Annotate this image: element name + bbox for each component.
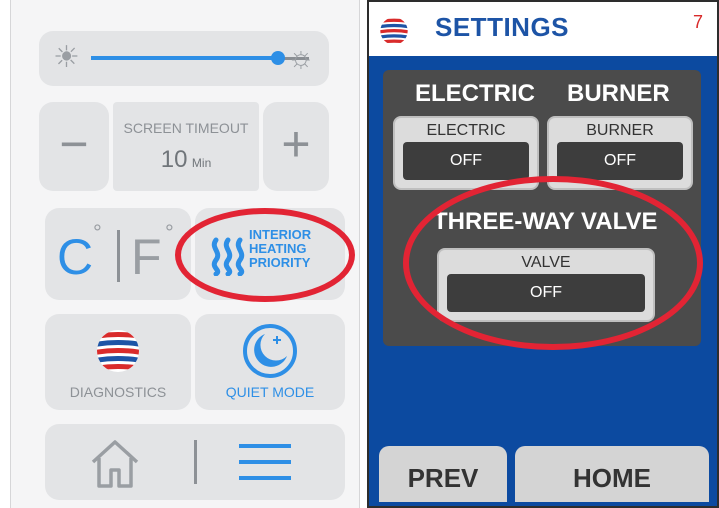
brightness-low-icon: ☀ bbox=[53, 41, 80, 74]
settings-footer: PREV HOME bbox=[369, 442, 717, 506]
page-title: SETTINGS bbox=[435, 12, 570, 42]
brightness-fill bbox=[91, 56, 279, 60]
electric-heading: ELECTRIC bbox=[415, 80, 535, 107]
diagnostics-label: DIAGNOSTICS bbox=[69, 384, 167, 400]
burner-toggle-label: BURNER bbox=[586, 122, 654, 139]
page-number: 7 bbox=[692, 12, 703, 32]
timeout-increase-button[interactable]: + bbox=[263, 102, 329, 191]
timeout-decrease-button[interactable]: − bbox=[39, 102, 109, 191]
menu-icon[interactable] bbox=[235, 438, 295, 486]
brightness-handle[interactable] bbox=[271, 51, 286, 65]
nav-divider bbox=[194, 440, 197, 484]
plus-icon: + bbox=[281, 116, 311, 172]
valve-toggle-value: OFF bbox=[447, 274, 645, 312]
heat-source-card: ELECTRIC BURNER ELECTRIC OFF BURNER OFF … bbox=[383, 70, 701, 346]
brightness-high-icon: ☼ bbox=[287, 41, 315, 74]
valve-toggle-label: VALVE bbox=[521, 254, 571, 271]
heating-label-line-2: HEATING bbox=[249, 241, 307, 256]
valve-heading: THREE-WAY VALVE bbox=[433, 208, 658, 235]
heating-label-line-3: PRIORITY bbox=[249, 255, 311, 270]
settings-body: ELECTRIC BURNER ELECTRIC OFF BURNER OFF … bbox=[369, 56, 717, 442]
heating-label-line-1: INTERIOR bbox=[249, 227, 312, 242]
screen-timeout-display: SCREEN TIMEOUT 10 Min bbox=[113, 102, 259, 191]
quiet-mode-label: QUIET MODE bbox=[225, 384, 315, 400]
burner-heading: BURNER bbox=[567, 80, 670, 107]
burner-toggle[interactable]: BURNER OFF bbox=[547, 116, 693, 190]
temperature-unit-toggle[interactable]: C ° F ° bbox=[45, 208, 191, 300]
electric-toggle[interactable]: ELECTRIC OFF bbox=[393, 116, 539, 190]
timeout-number: 10 bbox=[160, 146, 188, 173]
fahrenheit-option[interactable]: F bbox=[131, 232, 162, 282]
moon-icon bbox=[243, 324, 297, 378]
celsius-degree-symbol: ° bbox=[93, 220, 102, 245]
timeout-unit: Min bbox=[191, 156, 212, 170]
prev-button[interactable]: PREV bbox=[379, 446, 507, 502]
home-button[interactable]: HOME bbox=[515, 446, 709, 502]
brand-globe-icon bbox=[97, 330, 139, 372]
screen-timeout-value: 10 Min bbox=[113, 146, 259, 174]
electric-toggle-label: ELECTRIC bbox=[426, 122, 506, 139]
screen-timeout-label: SCREEN TIMEOUT bbox=[123, 120, 249, 136]
valve-toggle[interactable]: VALVE OFF bbox=[437, 248, 655, 322]
brightness-slider[interactable]: ☀ ☼ bbox=[39, 31, 329, 86]
interior-heating-priority-label: INTERIOR HEATING PRIORITY bbox=[249, 228, 341, 270]
electric-toggle-value: OFF bbox=[403, 142, 529, 180]
control-panel-screen: ☀ ☼ − SCREEN TIMEOUT 10 Min + C ° F ° IN… bbox=[10, 0, 360, 508]
home-icon[interactable] bbox=[85, 436, 145, 490]
celsius-option[interactable]: C bbox=[57, 232, 93, 282]
fahrenheit-degree-symbol: ° bbox=[165, 220, 174, 245]
quiet-mode-button[interactable]: QUIET MODE bbox=[195, 314, 345, 410]
settings-screen: SETTINGS 7 ELECTRIC BURNER ELECTRIC OFF … bbox=[367, 0, 719, 508]
burner-toggle-value: OFF bbox=[557, 142, 683, 180]
heat-waves-icon bbox=[211, 237, 245, 276]
minus-icon: − bbox=[59, 116, 89, 172]
unit-divider bbox=[117, 230, 120, 282]
diagnostics-button[interactable]: DIAGNOSTICS bbox=[45, 314, 191, 410]
bottom-navigation bbox=[45, 424, 345, 500]
interior-heating-priority-button[interactable]: INTERIOR HEATING PRIORITY bbox=[195, 208, 345, 300]
settings-header: SETTINGS 7 bbox=[369, 2, 717, 56]
brand-globe-icon bbox=[380, 17, 408, 45]
